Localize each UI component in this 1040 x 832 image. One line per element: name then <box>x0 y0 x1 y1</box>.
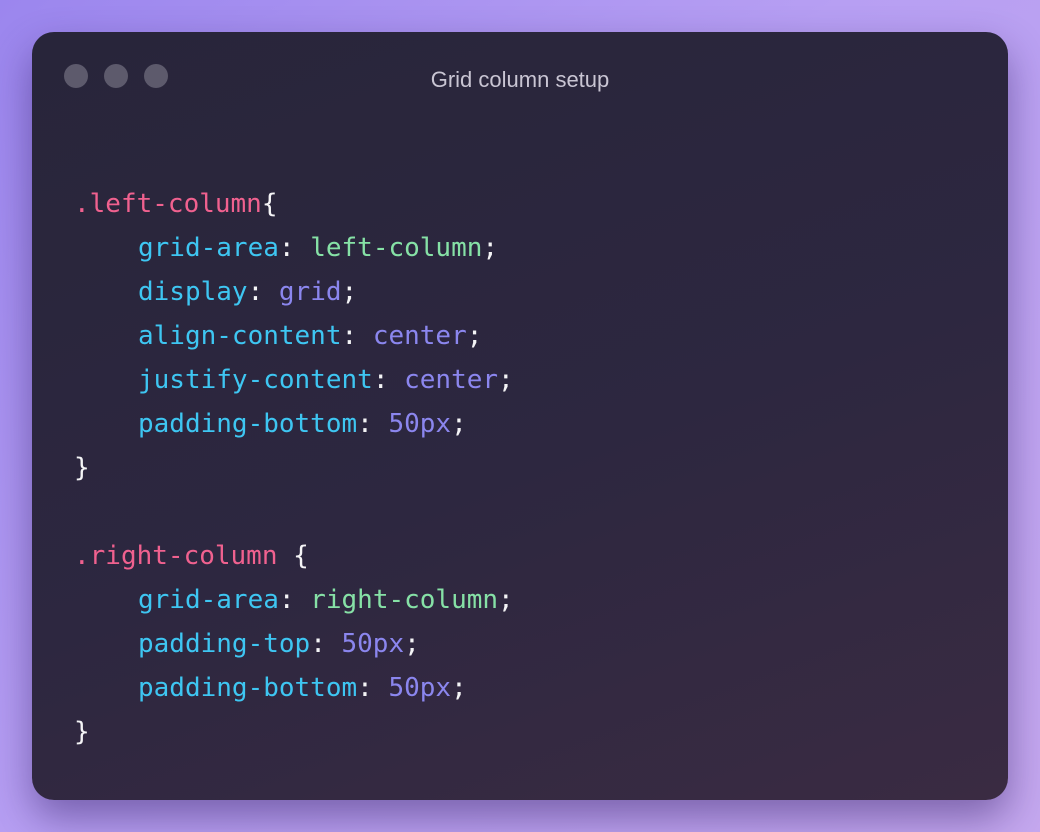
selector-left-column: .left-column <box>74 189 262 219</box>
property-value: grid <box>278 277 342 307</box>
semicolon: ; <box>482 233 499 263</box>
colon: : <box>310 629 342 659</box>
code-line: justify-content: center; <box>74 358 514 402</box>
property-value: 50px <box>388 409 452 439</box>
colon: : <box>357 409 389 439</box>
property-name: grid-area <box>138 585 279 615</box>
code-line: align-content: center; <box>74 314 514 358</box>
property-value: 50px <box>388 673 452 703</box>
property-value: center <box>372 321 467 351</box>
property-value: right-column <box>310 585 499 615</box>
colon: : <box>278 233 311 263</box>
code-block: .left-column{grid-area: left-column; disp… <box>74 182 514 754</box>
code-line: padding-bottom: 50px; <box>74 402 514 446</box>
semicolon: ; <box>498 585 514 615</box>
window-title: Grid column setup <box>430 67 610 92</box>
property-name: padding-bottom <box>138 409 358 439</box>
colon: : <box>247 277 279 307</box>
semicolon: ; <box>498 365 514 395</box>
semicolon: ; <box>404 629 420 659</box>
open-brace: { <box>261 189 278 219</box>
code-line: .right-column { <box>74 534 514 578</box>
code-line: .left-column{ <box>74 182 514 226</box>
colon: : <box>372 365 405 395</box>
code-line: grid-area: left-column; <box>74 226 514 270</box>
semicolon: ; <box>451 673 467 703</box>
property-value: center <box>404 365 499 395</box>
code-line: padding-bottom: 50px; <box>74 666 514 710</box>
open-brace: { <box>277 541 309 571</box>
close-brace: } <box>74 717 90 747</box>
colon: : <box>357 673 389 703</box>
semicolon: ; <box>451 409 467 439</box>
code-window: Grid column setup .left-column{grid-area… <box>32 32 1008 800</box>
code-line: } <box>74 446 514 490</box>
close-brace: } <box>74 453 90 483</box>
colon: : <box>278 585 311 615</box>
code-line: } <box>74 710 514 754</box>
code-line: display: grid; <box>74 270 514 314</box>
property-value: 50px <box>341 629 405 659</box>
property-name: padding-bottom <box>138 673 358 703</box>
property-name: display <box>138 277 248 307</box>
property-value: left-column <box>310 233 483 263</box>
code-line: padding-top: 50px; <box>74 622 514 666</box>
property-name: grid-area <box>138 233 279 263</box>
property-name: justify-content <box>138 365 373 395</box>
property-name: align-content <box>138 321 342 351</box>
selector-right-column: .right-column <box>74 541 278 571</box>
property-name: padding-top <box>138 629 311 659</box>
code-line: grid-area: right-column; <box>74 578 514 622</box>
semicolon: ; <box>341 277 358 307</box>
semicolon: ; <box>466 321 483 351</box>
window-titlebar: Grid column setup <box>32 32 1008 128</box>
colon: : <box>341 321 373 351</box>
